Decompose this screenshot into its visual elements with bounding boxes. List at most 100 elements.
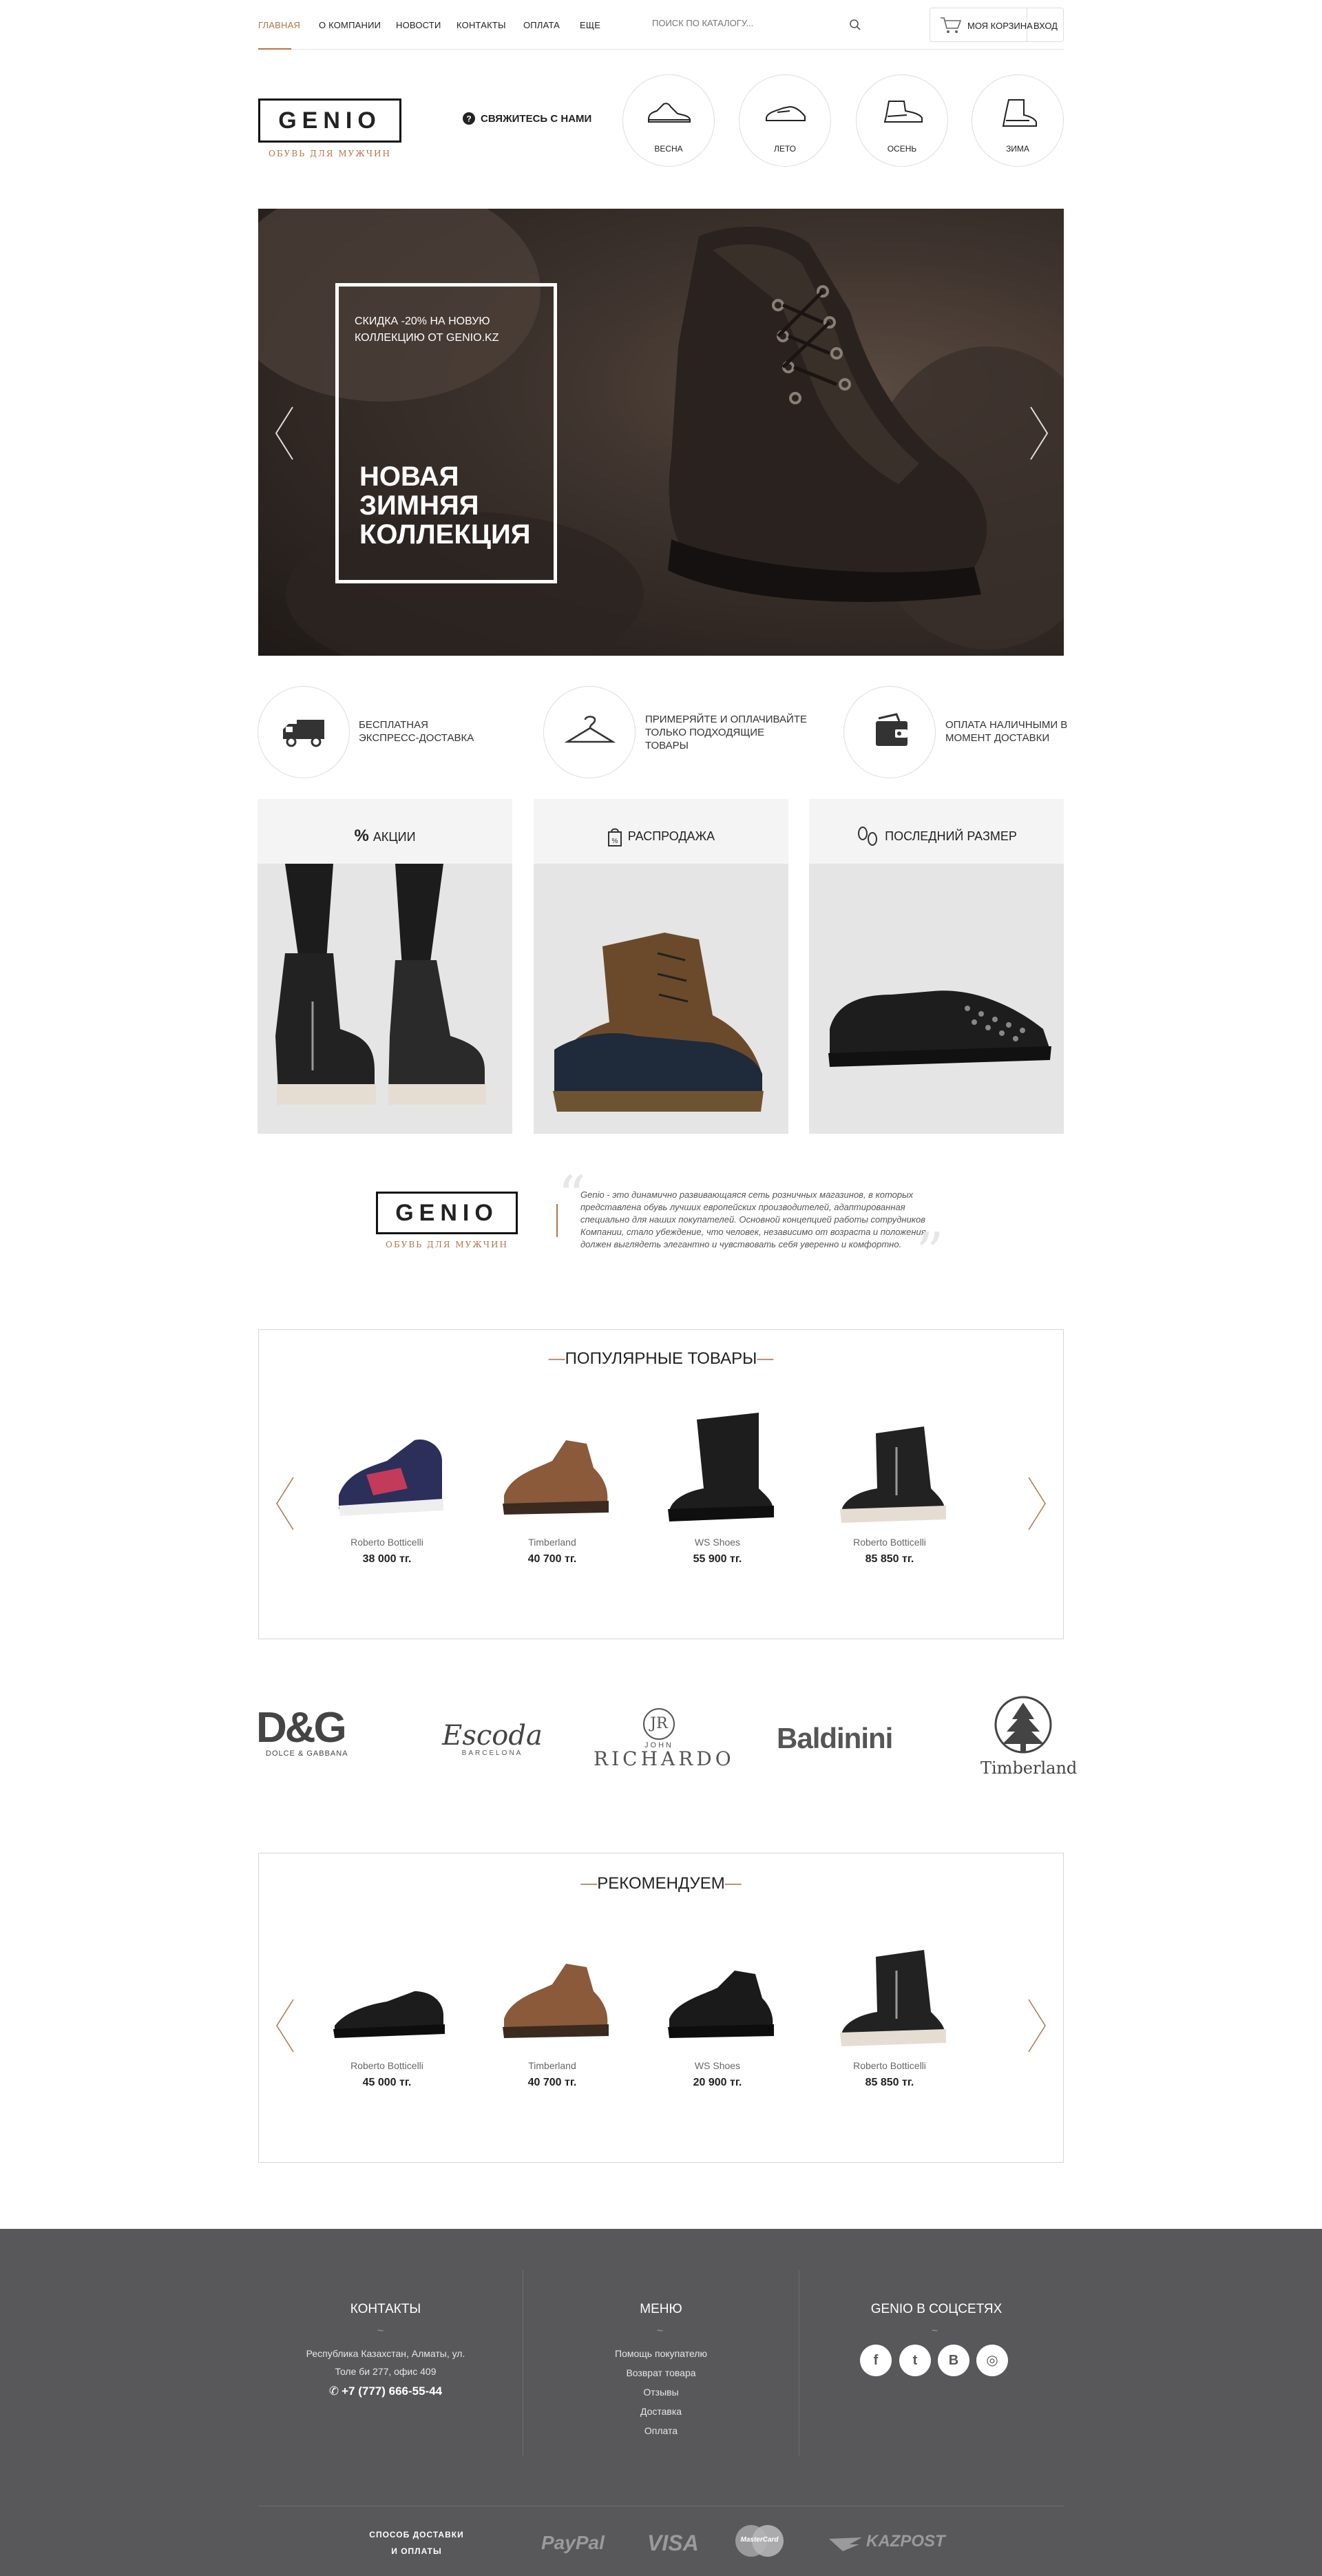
season-autumn[interactable]: ОСЕНЬ (856, 74, 948, 167)
hero-title: НОВАЯ ЗИМНЯЯ КОЛЛЕКЦИЯ (359, 461, 531, 550)
cart-button[interactable]: МОЯ КОРЗИНА ВХОД (930, 8, 1064, 42)
category-last-size[interactable]: ПОСЛЕДНИЙ РАЗМЕР (809, 799, 1064, 1134)
season-spring[interactable]: ВЕСНА (622, 74, 715, 167)
footer-menu-reviews[interactable]: Отзывы (565, 2383, 757, 2401)
payment-label: СПОСОБ ДОСТАВКИ И ОПЛАТЫ (351, 2526, 482, 2559)
category-clearance[interactable]: % РАСПРОДАЖА (534, 799, 788, 1134)
popular-next-arrow-icon[interactable] (1027, 1476, 1047, 1531)
footer: КОНТАКТЫ ~ Республика Казахстан, Алматы,… (0, 2229, 1322, 2576)
product-price: 45 000 тг. (362, 2077, 412, 2088)
brand-logo-dg[interactable]: D&G DOLCE & GABBANA (256, 1707, 353, 1769)
nav-item-news[interactable]: НОВОСТИ (396, 20, 441, 30)
product-card[interactable]: Timberland 40 700 тг. (490, 1943, 614, 2095)
hero-promo-text: СКИДКА -20% НА НОВУЮ КОЛЛЕКЦИЮ ОТ GENIO.… (355, 315, 499, 344)
feature-cash-text: ОПЛАТА НАЛИЧНЫМИ В МОМЕНТ ДОСТАВКИ (945, 719, 1068, 744)
recommend-title-label: РЕКОМЕНДУЕМ (597, 1874, 725, 1893)
footer-divider-tilde: ~ (377, 2325, 384, 2337)
facebook-icon[interactable]: f (860, 2345, 892, 2376)
product-card[interactable]: Timberland 40 700 тг. (490, 1420, 614, 1571)
season-winter[interactable]: ЗИМА (972, 74, 1064, 167)
product-image (840, 1426, 946, 1523)
winter-boot-icon (1002, 99, 1037, 127)
brand-logo-john-richardo[interactable]: JR JOHN RICHARDO (594, 1708, 731, 1777)
category-title-label: АКЦИИ (373, 830, 416, 844)
product-brand: WS Shoes (694, 2060, 741, 2071)
vk-icon[interactable]: B (938, 2345, 969, 2376)
popular-prev-arrow-icon[interactable] (275, 1476, 295, 1531)
contact-us-link[interactable]: СВЯЖИТЕСЬ С НАМИ (481, 113, 591, 125)
footer-menu-returns[interactable]: Возврат товара (565, 2364, 757, 2382)
category-header: % РАСПРОДАЖА (534, 799, 788, 864)
brand-logo-baldinini[interactable]: Baldinini (777, 1722, 914, 1763)
footer-phone-number: +7 (777) 666-55-44 (342, 2385, 443, 2398)
nav-item-contacts[interactable]: КОНТАКТЫ (457, 20, 506, 30)
season-label: ЛЕТО (773, 144, 796, 154)
footer-menu-help[interactable]: Помощь покупателю (565, 2345, 757, 2362)
nav-item-about[interactable]: О КОМПАНИИ (319, 20, 381, 30)
brand-logo-timberland[interactable]: Timberland (980, 1696, 1077, 1785)
footer-contacts-title: КОНТАКТЫ (350, 2302, 421, 2316)
category-header: ПОСЛЕДНИЙ РАЗМЕР (809, 799, 1064, 864)
shopping-bag-icon: % (607, 828, 622, 846)
recommended-section: —РЕКОМЕНДУЕМ— Roberto Botticelli 45 000 … (258, 1853, 1064, 2163)
brand-logo-escoda[interactable]: Escoda BARCELONA (427, 1722, 558, 1763)
category-sales[interactable]: % АКЦИИ (258, 799, 512, 1134)
site-logo[interactable]: GENIO (258, 98, 401, 143)
top-navigation: ГЛАВНАЯ О КОМПАНИИ НОВОСТИ КОНТАКТЫ ОПЛА… (258, 0, 1064, 50)
season-label: ВЕСНА (654, 144, 683, 154)
product-image (333, 1991, 445, 2038)
product-price: 20 900 тг. (693, 2077, 742, 2088)
close-quote-icon: ” (916, 1221, 944, 1285)
feature-tryon-circle (543, 686, 636, 778)
search-icon[interactable] (849, 19, 861, 31)
product-card[interactable]: WS Shoes 20 900 тг. (655, 1943, 779, 2095)
product-card[interactable]: WS Shoes 55 900 тг. (655, 1406, 779, 1571)
hero-prev-arrow-icon[interactable] (275, 406, 294, 461)
wallet-icon (876, 713, 907, 746)
twitter-icon[interactable]: t (899, 2345, 931, 2376)
product-card[interactable]: Roberto Botticelli 85 850 тг. (828, 1406, 952, 1571)
feature-delivery-text: БЕСПЛАТНАЯ ЭКСПРЕСС-ДОСТАВКА (359, 719, 474, 744)
recommend-next-arrow-icon[interactable] (1027, 1998, 1047, 2053)
nav-item-home[interactable]: ГЛАВНАЯ (258, 20, 300, 30)
ankle-boot-icon (883, 101, 923, 123)
login-button[interactable]: ВХОД (1034, 21, 1058, 31)
footer-divider-tilde: ~ (657, 2325, 664, 2337)
feature-delivery-circle (258, 686, 350, 778)
kazpost-wing-icon (829, 2537, 862, 2551)
visa-logo: VISA (647, 2531, 699, 2555)
footer-menu-payment[interactable]: Оплата (565, 2422, 757, 2440)
instagram-icon[interactable]: ◎ (976, 2345, 1008, 2376)
cart-label: МОЯ КОРЗИНА (967, 21, 1033, 31)
nav-item-more[interactable]: ЕЩЕ (580, 20, 600, 30)
footer-phone[interactable]: ✆ +7 (777) 666-55-44 (282, 2385, 489, 2398)
product-brand: Roberto Botticelli (853, 1537, 926, 1548)
truck-icon (283, 720, 324, 747)
recommend-prev-arrow-icon[interactable] (275, 1998, 295, 2053)
footer-address-line2: Толе би 277, офис 409 (335, 2366, 437, 2377)
season-summer[interactable]: ЛЕТО (739, 74, 831, 167)
payment-label-line2: И ОПЛАТЫ (391, 2546, 442, 2556)
svg-text:%: % (611, 838, 618, 845)
search-input[interactable] (652, 18, 831, 28)
kazpost-logo: KAZPOST (829, 2532, 953, 2557)
footer-menu-delivery[interactable]: Доставка (565, 2402, 757, 2420)
product-image (503, 1964, 609, 2038)
footer-address-line1: Республика Казахстан, Алматы, ул. (306, 2348, 465, 2359)
footer-menu-title: МЕНЮ (640, 2302, 682, 2316)
hero-next-arrow-icon[interactable] (1029, 406, 1049, 461)
product-price: 85 850 тг. (865, 2077, 914, 2088)
nav-item-payment[interactable]: ОПЛАТА (523, 20, 560, 30)
mastercard-logo: MasterCard (735, 2525, 784, 2557)
product-image (840, 1950, 946, 2046)
product-card[interactable]: Roberto Botticelli 38 000 тг. (325, 1420, 449, 1571)
product-image (339, 1440, 443, 1516)
product-card[interactable]: Roberto Botticelli 45 000 тг. (325, 1943, 449, 2095)
timberland-tree-icon (994, 1696, 1052, 1754)
product-image (668, 1971, 774, 2038)
product-card[interactable]: Roberto Botticelli 85 850 тг. (828, 1929, 952, 2095)
svg-text:?: ? (466, 114, 471, 124)
hero-banner[interactable]: СКИДКА -20% НА НОВУЮ КОЛЛЕКЦИЮ ОТ GENIO.… (258, 209, 1064, 656)
cart-icon (941, 17, 962, 33)
product-brand: Roberto Botticelli (853, 2060, 926, 2071)
